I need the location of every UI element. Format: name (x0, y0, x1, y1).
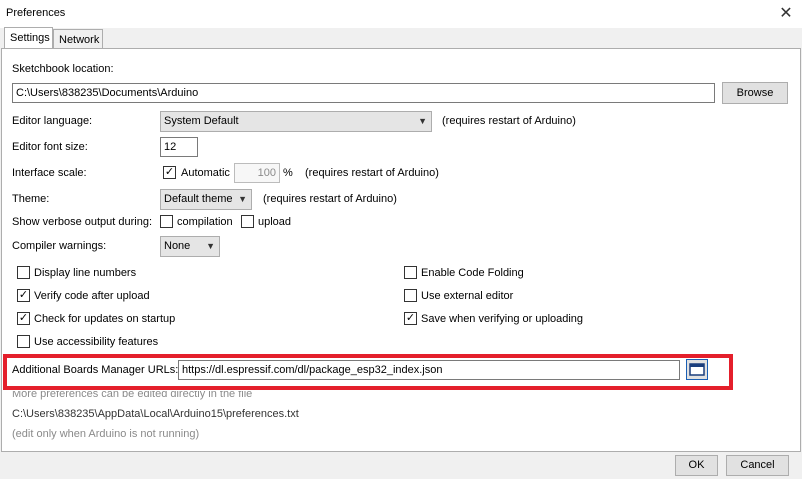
upload-checkbox[interactable] (241, 215, 254, 228)
accessibility-label: Use accessibility features (34, 336, 159, 348)
chevron-down-icon: ▼ (418, 116, 427, 126)
window-icon (689, 363, 705, 376)
sketchbook-label: Sketchbook location: (12, 63, 114, 75)
interface-scale-input[interactable]: 100 (234, 163, 280, 183)
accessibility-checkbox[interactable] (17, 335, 30, 348)
theme-value: Default theme (164, 193, 233, 205)
compilation-label: compilation (177, 216, 233, 228)
interface-scale-note: (requires restart of Arduino) (305, 167, 439, 179)
edit-note: (edit only when Arduino is not running) (12, 428, 200, 440)
verify-code-label: Verify code after upload (34, 290, 150, 302)
tab-settings[interactable]: Settings (4, 27, 53, 49)
compiler-warnings-label: Compiler warnings: (12, 240, 107, 252)
upload-label: upload (258, 216, 292, 228)
external-editor-checkbox[interactable] (404, 289, 417, 302)
ok-button[interactable]: OK (675, 455, 718, 476)
theme-select[interactable]: Default theme ▼ (160, 189, 252, 210)
editor-language-note: (requires restart of Arduino) (442, 115, 576, 127)
title-bar (0, 0, 802, 28)
interface-scale-unit: % (283, 167, 293, 179)
compiler-warnings-select[interactable]: None ▼ (160, 236, 220, 257)
prefs-path: C:\Users\838235\AppData\Local\Arduino15\… (12, 408, 299, 420)
editor-language-select[interactable]: System Default ▼ (160, 111, 432, 132)
save-when-verifying-checkbox[interactable]: ✓ (404, 312, 417, 325)
edit-urls-button[interactable] (686, 359, 708, 380)
chevron-down-icon: ▼ (206, 241, 215, 251)
theme-note: (requires restart of Arduino) (263, 193, 397, 205)
display-line-numbers-label: Display line numbers (34, 267, 137, 279)
close-icon[interactable]: ✕ (776, 4, 796, 24)
window-title: Preferences (6, 7, 66, 19)
automatic-label: Automatic (181, 167, 230, 179)
editor-language-label: Editor language: (12, 115, 93, 127)
theme-label: Theme: (12, 193, 50, 205)
editor-font-size-input[interactable]: 12 (160, 137, 198, 157)
editor-language-value: System Default (164, 115, 239, 127)
save-when-verifying-label: Save when verifying or uploading (421, 313, 584, 325)
code-folding-label: Enable Code Folding (421, 267, 524, 279)
check-updates-checkbox[interactable]: ✓ (17, 312, 30, 325)
boards-manager-urls-input[interactable]: https://dl.espressif.com/dl/package_esp3… (178, 360, 680, 380)
chevron-down-icon: ▼ (238, 194, 247, 204)
cancel-button[interactable]: Cancel (726, 455, 789, 476)
compiler-warnings-value: None (164, 240, 191, 252)
verbose-label: Show verbose output during: (12, 216, 153, 228)
boards-manager-label: Additional Boards Manager URLs: (12, 364, 179, 376)
tab-network[interactable]: Network (53, 29, 103, 49)
editor-font-size-label: Editor font size: (12, 141, 88, 153)
sketchbook-location-input[interactable]: C:\Users\838235\Documents\Arduino (12, 83, 715, 103)
check-updates-label: Check for updates on startup (34, 313, 176, 325)
display-line-numbers-checkbox[interactable] (17, 266, 30, 279)
automatic-checkbox[interactable]: ✓ (163, 166, 176, 179)
compilation-checkbox[interactable] (160, 215, 173, 228)
interface-scale-label: Interface scale: (12, 167, 87, 179)
browse-button[interactable]: Browse (722, 82, 788, 104)
code-folding-checkbox[interactable] (404, 266, 417, 279)
external-editor-label: Use external editor (421, 290, 514, 302)
verify-code-checkbox[interactable]: ✓ (17, 289, 30, 302)
